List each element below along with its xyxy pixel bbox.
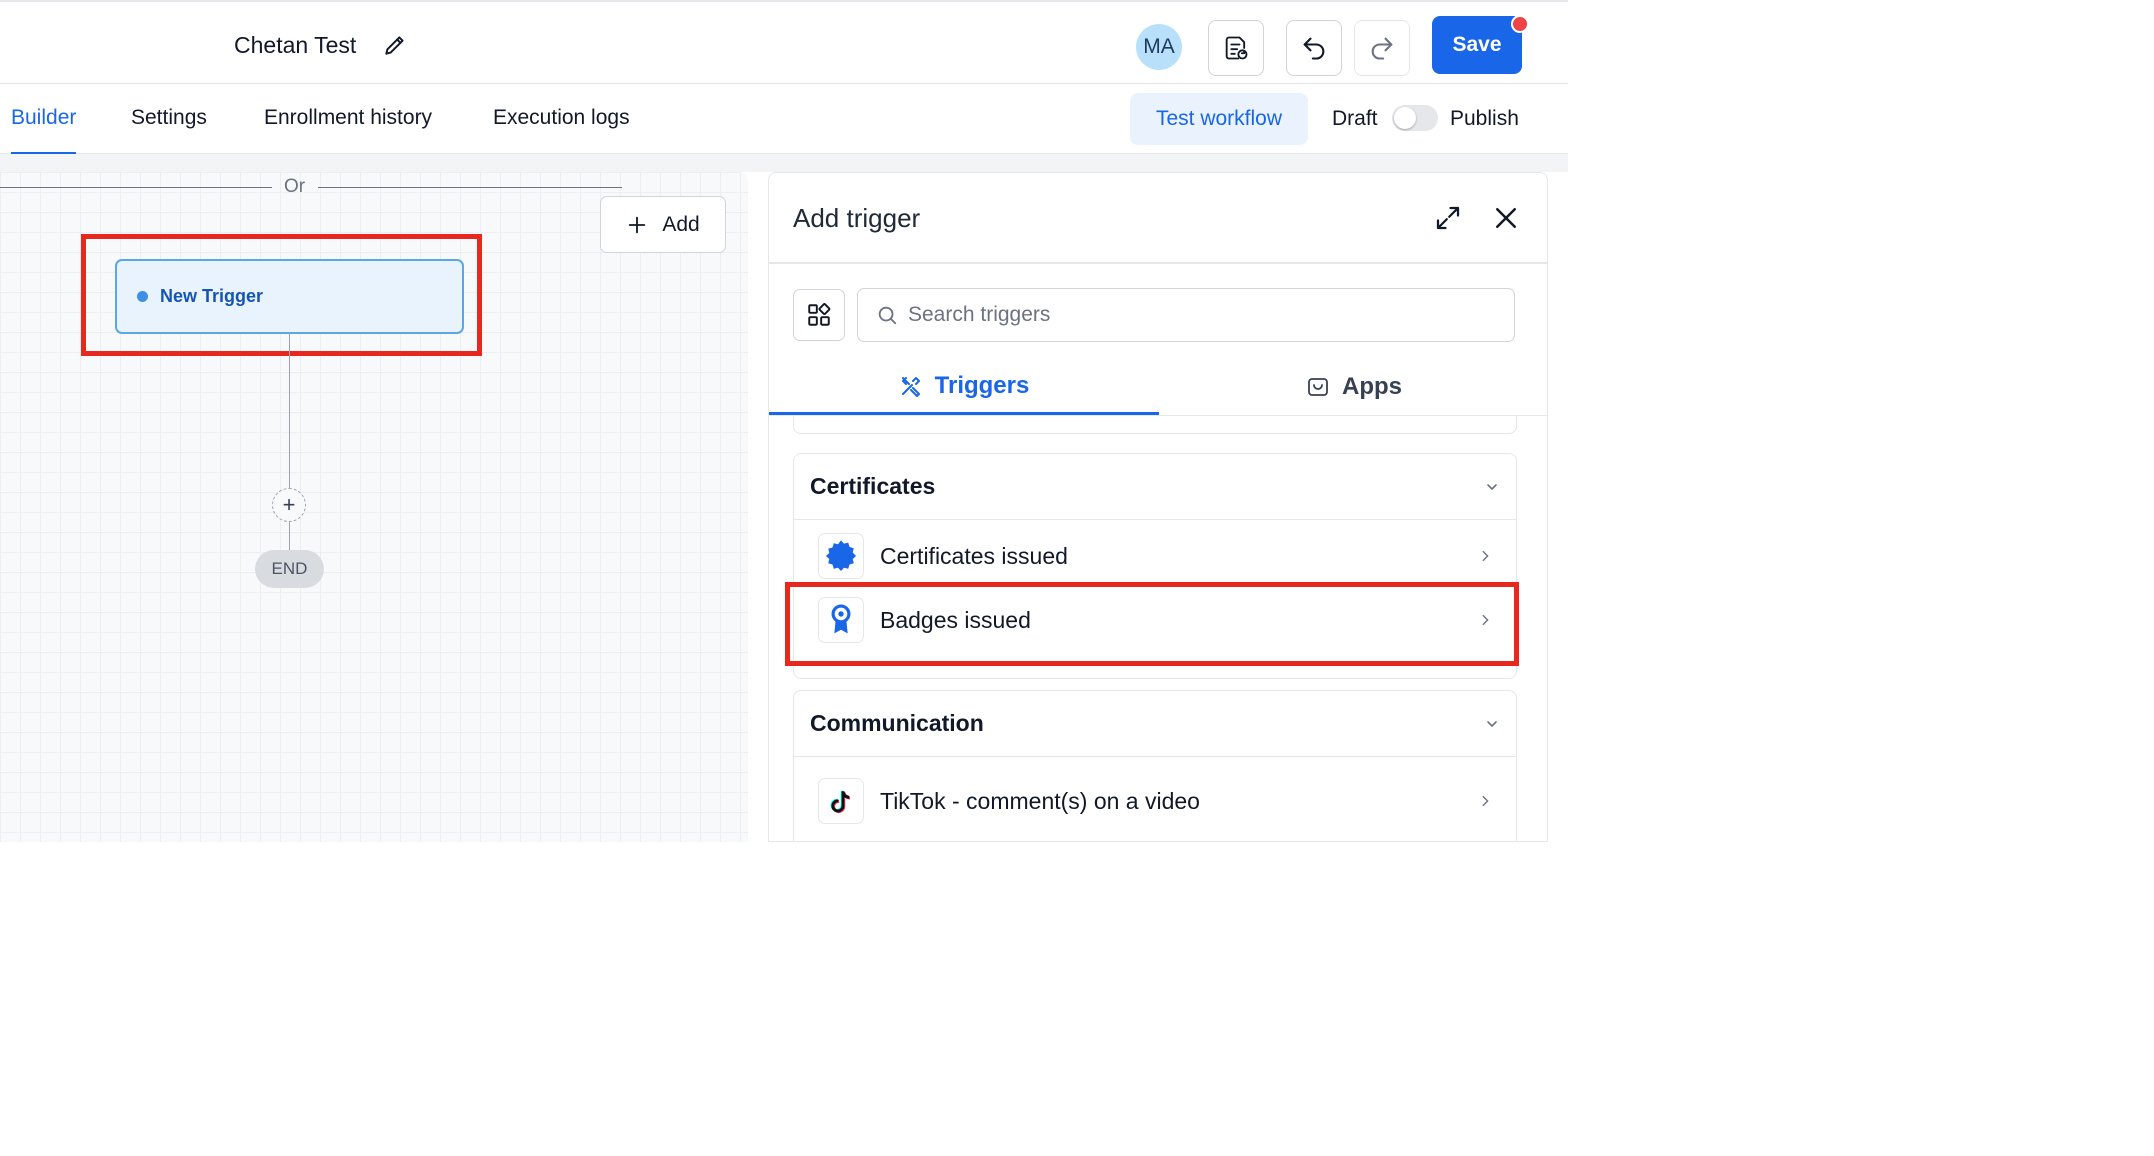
test-workflow-button[interactable]: Test workflow: [1130, 93, 1308, 145]
search-icon: [878, 306, 897, 325]
redo-icon: [1371, 37, 1393, 60]
search-input[interactable]: [908, 303, 1468, 327]
section-communication: Communication TikTok - comment(s) on a v…: [793, 690, 1517, 841]
chevron-down-icon: [1487, 720, 1497, 727]
document-refresh-icon: [1225, 36, 1248, 60]
workflow-tab-bar: Builder Settings Enrollment history Exec…: [0, 84, 1568, 155]
previous-section-edge: [793, 416, 1517, 434]
content-gap: [0, 154, 1568, 172]
list-item-tiktok-comments[interactable]: TikTok - comment(s) on a video: [794, 769, 1516, 833]
certificate-badge-icon: [818, 533, 864, 579]
add-step-button[interactable]: +: [272, 488, 306, 522]
tiktok-icon: [818, 778, 864, 824]
section-header[interactable]: Communication: [794, 691, 1516, 757]
expand-icon[interactable]: [1433, 203, 1463, 233]
tools-icon: [901, 376, 920, 397]
publish-toggle[interactable]: [1392, 105, 1438, 131]
draft-label: Draft: [1332, 107, 1378, 130]
top-bar: Chetan Test MA Save: [0, 0, 1568, 84]
tab-apps[interactable]: Apps: [1159, 359, 1547, 415]
status-dot: [137, 291, 148, 302]
chevron-right-icon: [1482, 550, 1489, 562]
section-header[interactable]: Certificates: [794, 454, 1516, 520]
workflow-title: Chetan Test: [234, 32, 357, 58]
notification-dot: [1511, 15, 1529, 33]
document-history-button[interactable]: [1208, 20, 1264, 76]
item-label: Certificates issued: [880, 542, 1068, 569]
search-triggers-field[interactable]: [857, 288, 1515, 342]
item-label: TikTok - comment(s) on a video: [880, 787, 1200, 814]
workflow-canvas[interactable]: Or Add New Trigger + END: [0, 172, 748, 842]
section-title: Communication: [810, 710, 984, 736]
redo-button[interactable]: [1354, 20, 1410, 76]
or-label: Or: [284, 176, 306, 197]
panel-divider: [769, 262, 1547, 264]
category-grid-button[interactable]: [793, 289, 845, 341]
tab-enrollment-history[interactable]: Enrollment history: [264, 106, 432, 152]
publish-label: Publish: [1450, 107, 1519, 130]
close-icon[interactable]: [1491, 203, 1521, 233]
plus-icon: [629, 216, 646, 233]
app-store-icon: [1308, 378, 1328, 396]
tab-execution-logs[interactable]: Execution logs: [493, 106, 630, 152]
tab-settings[interactable]: Settings: [131, 106, 207, 152]
chevron-down-icon: [1487, 483, 1497, 490]
tab-triggers-label: Triggers: [934, 371, 1030, 399]
tab-triggers[interactable]: Triggers: [769, 359, 1159, 415]
grid-apps-icon: [808, 303, 831, 326]
undo-button[interactable]: [1286, 20, 1342, 76]
tab-apps-label: Apps: [1342, 373, 1402, 400]
new-trigger-node[interactable]: New Trigger: [115, 259, 464, 334]
chevron-right-icon: [1482, 795, 1489, 807]
list-item-certificates-issued[interactable]: Certificates issued: [794, 524, 1516, 588]
divider-line-right: [318, 187, 622, 188]
highlight-box-badges: [785, 582, 1519, 666]
divider-line-left: [0, 187, 272, 188]
panel-title: Add trigger: [793, 203, 921, 233]
undo-icon: [1303, 37, 1325, 60]
trigger-node-label: New Trigger: [160, 286, 264, 306]
connector-line: [289, 334, 290, 488]
end-node: END: [255, 550, 324, 588]
avatar[interactable]: MA: [1136, 24, 1182, 70]
save-button[interactable]: Save: [1432, 16, 1522, 74]
pencil-edit-icon[interactable]: [382, 32, 408, 58]
add-trigger-button[interactable]: Add: [600, 196, 726, 253]
connector-line-end: [289, 522, 290, 550]
add-button-label: Add: [662, 212, 700, 236]
tab-builder[interactable]: Builder: [11, 106, 77, 155]
add-trigger-panel: Add trigger Triggers Apps Certificates: [768, 172, 1548, 842]
section-title: Certificates: [810, 473, 936, 499]
